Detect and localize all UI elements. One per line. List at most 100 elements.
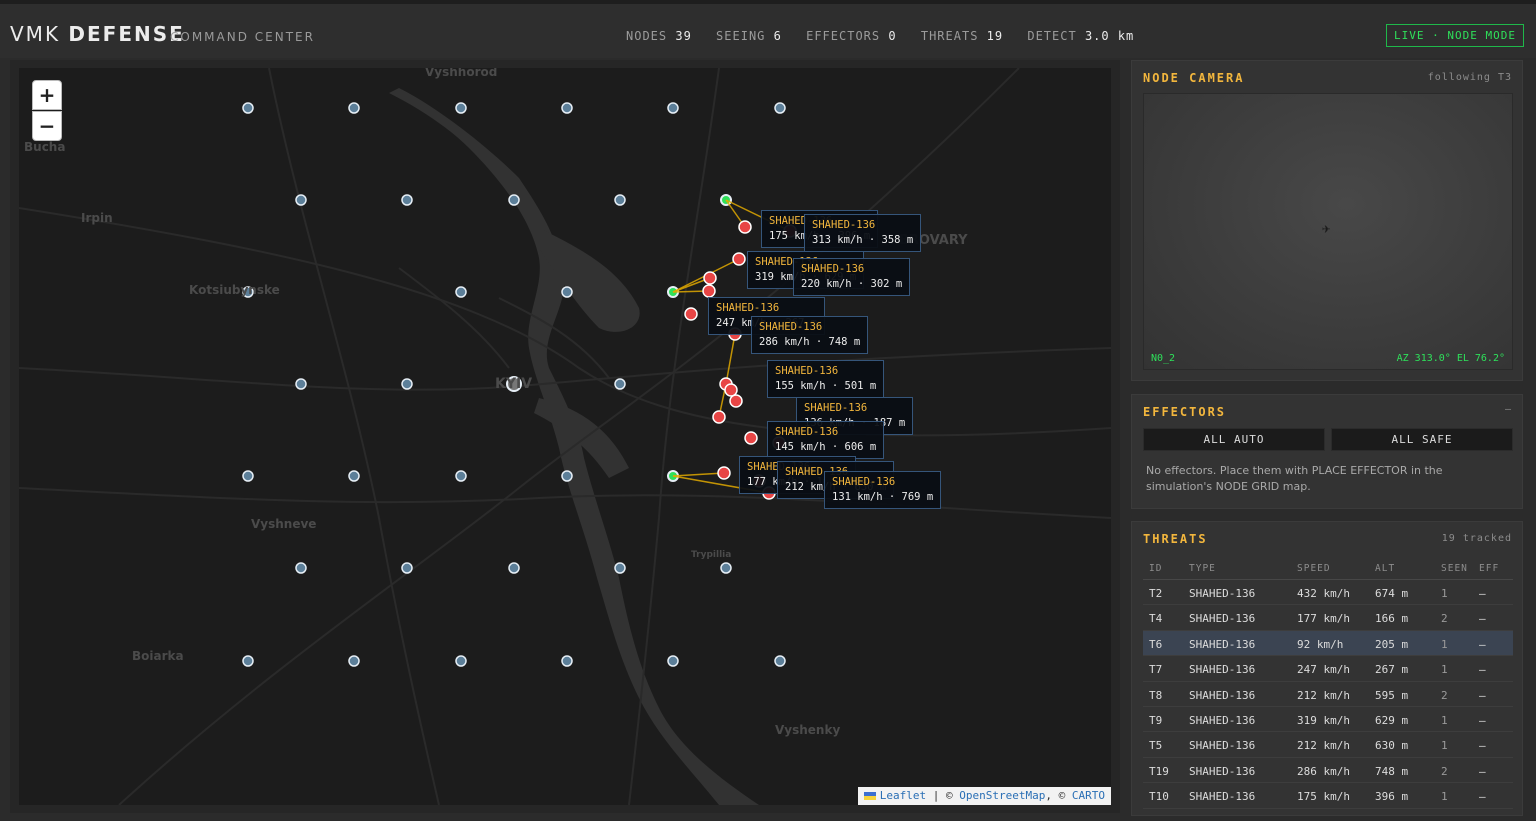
brand-logo: VMK DEFENSE: [10, 22, 185, 46]
all-auto-button[interactable]: ALL AUTO: [1143, 428, 1325, 451]
table-row[interactable]: T2 SHAHED-136 432 km/h 674 m 1 —: [1143, 580, 1513, 606]
cell-alt: 595 m: [1375, 688, 1409, 702]
map-canvas[interactable]: [19, 68, 1111, 805]
cell-type: SHAHED-136: [1189, 688, 1256, 702]
sensor-node[interactable]: [561, 655, 573, 667]
sensor-node[interactable]: [242, 655, 254, 667]
sensor-node[interactable]: [720, 562, 732, 574]
threat-marker[interactable]: [732, 252, 746, 266]
threat-marker[interactable]: [738, 220, 752, 234]
camera-feed[interactable]: ✈ N0_2 AZ 313.0° EL 76.2°: [1143, 93, 1513, 370]
table-row[interactable]: T8 SHAHED-136 212 km/h 595 m 2 —: [1143, 682, 1513, 707]
cell-eff: —: [1479, 637, 1486, 651]
threat-marker[interactable]: [712, 410, 726, 424]
sensor-node[interactable]: [348, 655, 360, 667]
cell-speed: 177 km/h: [1297, 612, 1350, 626]
live-mode-badge[interactable]: LIVE · NODE MODE: [1386, 24, 1524, 47]
cell-speed: 432 km/h: [1297, 587, 1350, 600]
sensor-node[interactable]: [348, 470, 360, 482]
sensor-node[interactable]: [455, 286, 467, 298]
zoom-out-button[interactable]: −: [32, 111, 62, 141]
place-label: Vyshneve: [251, 517, 317, 531]
leaflet-link[interactable]: Leaflet: [880, 789, 926, 802]
sensor-node[interactable]: [295, 194, 307, 206]
collapse-icon[interactable]: —: [1505, 404, 1512, 415]
sensor-node[interactable]: [614, 194, 626, 206]
threat-label[interactable]: SHAHED-136 145 km/h · 606 m: [767, 421, 885, 459]
panel-title: THREATS: [1143, 532, 1208, 546]
sensor-node[interactable]: [667, 102, 679, 114]
threat-marker[interactable]: [684, 307, 698, 321]
sensor-node[interactable]: [401, 378, 413, 390]
threat-label[interactable]: SHAHED-136 286 km/h · 748 m: [751, 316, 869, 354]
cell-eff: —: [1479, 587, 1486, 600]
sensor-node[interactable]: [774, 102, 786, 114]
sensor-node[interactable]: [614, 378, 626, 390]
threats-panel: THREATS 19 tracked ID TYPE SPEED ALT SEE…: [1131, 521, 1523, 816]
threat-marker[interactable]: [702, 284, 716, 298]
cell-eff: —: [1479, 764, 1486, 778]
table-row[interactable]: T5 SHAHED-136 212 km/h 630 m 1 —: [1143, 732, 1513, 758]
table-row[interactable]: T4 SHAHED-136 177 km/h 166 m 2 —: [1143, 605, 1513, 631]
sensor-node[interactable]: [508, 194, 520, 206]
all-safe-button[interactable]: ALL SAFE: [1331, 428, 1513, 451]
brand-subtitle: COMMAND CENTER: [170, 30, 315, 44]
cell-seen: 2: [1441, 688, 1448, 702]
place-label: KYIV: [495, 376, 533, 392]
cell-seen: 1: [1441, 587, 1448, 600]
map-panel: Vyshhorod Bucha Irpin Kotsiubynske KYIV …: [10, 60, 1120, 813]
table-row[interactable]: T9 SHAHED-136 319 km/h 629 m 1 —: [1143, 707, 1513, 733]
threat-marker[interactable]: [744, 431, 758, 445]
col-id: ID: [1149, 563, 1163, 574]
sensor-node[interactable]: [401, 562, 413, 574]
sensor-node[interactable]: [614, 562, 626, 574]
osm-link[interactable]: OpenStreetMap: [959, 789, 1045, 802]
threat-label[interactable]: SHAHED-136 220 km/h · 302 m: [793, 258, 911, 296]
effectors-note: No effectors. Place them with PLACE EFFE…: [1146, 464, 1443, 493]
col-alt: ALT: [1375, 563, 1396, 574]
sensor-node[interactable]: [561, 286, 573, 298]
sensor-node[interactable]: [348, 102, 360, 114]
threat-map[interactable]: Vyshhorod Bucha Irpin Kotsiubynske KYIV …: [19, 68, 1111, 805]
threat-label[interactable]: SHAHED-136 313 km/h · 358 m: [804, 214, 922, 252]
threat-marker[interactable]: [729, 394, 743, 408]
threat-label[interactable]: SHAHED-136 131 km/h · 769 m: [824, 471, 942, 509]
threat-marker[interactable]: [703, 271, 717, 285]
cell-alt: 396 m: [1375, 790, 1409, 804]
sensor-node[interactable]: [455, 470, 467, 482]
sensor-node[interactable]: [242, 470, 254, 482]
sensor-node[interactable]: [455, 102, 467, 114]
cell-type: SHAHED-136: [1189, 790, 1256, 804]
cell-seen: 1: [1441, 739, 1448, 753]
stat-detect: DETECT 3.0 km: [1027, 29, 1135, 43]
sensor-node[interactable]: [242, 102, 254, 114]
threat-marker[interactable]: [717, 466, 731, 480]
carto-link[interactable]: CARTO: [1072, 789, 1105, 802]
cell-speed: 175 km/h: [1297, 790, 1350, 804]
sensor-node[interactable]: [508, 562, 520, 574]
threat-label[interactable]: SHAHED-136 155 km/h · 501 m: [767, 360, 885, 398]
sensor-node[interactable]: [295, 378, 307, 390]
threats-count: 19 tracked: [1441, 533, 1512, 544]
table-row[interactable]: T10 SHAHED-136 175 km/h 396 m 1 —: [1143, 783, 1513, 809]
cell-eff: —: [1479, 713, 1486, 727]
sensor-node[interactable]: [295, 562, 307, 574]
sensor-node[interactable]: [401, 194, 413, 206]
cell-id: T4: [1149, 612, 1163, 626]
cell-speed: 319 km/h: [1297, 713, 1350, 727]
table-row[interactable]: T7 SHAHED-136 247 km/h 267 m 1 —: [1143, 656, 1513, 682]
place-label: Irpin: [81, 211, 113, 225]
status-stats: NODES 39 SEEING 6 EFFECTORS 0 THREATS 19…: [626, 29, 1150, 43]
threat-marker[interactable]: [724, 383, 738, 397]
table-row[interactable]: T19 SHAHED-136 286 km/h 748 m 2 —: [1143, 758, 1513, 784]
sensor-node[interactable]: [561, 102, 573, 114]
top-bar: VMK DEFENSE COMMAND CENTER NODES 39 SEEI…: [0, 0, 1536, 58]
place-label: Kotsiubynske: [189, 283, 280, 297]
sensor-node[interactable]: [774, 655, 786, 667]
table-row[interactable]: T6 SHAHED-136 92 km/h 205 m 1 —: [1143, 630, 1513, 657]
sensor-node[interactable]: [561, 470, 573, 482]
cell-type: SHAHED-136: [1189, 587, 1256, 600]
sensor-node[interactable]: [455, 655, 467, 667]
zoom-in-button[interactable]: +: [32, 80, 62, 110]
sensor-node[interactable]: [667, 655, 679, 667]
